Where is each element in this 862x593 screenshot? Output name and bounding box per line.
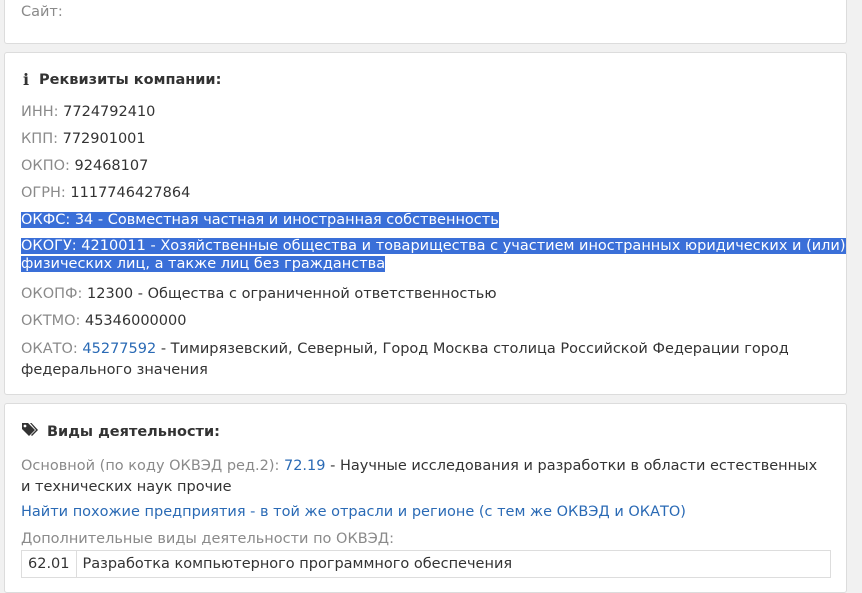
inn-label: ИНН:	[21, 104, 59, 120]
main-activity-code-link[interactable]: 72.19	[284, 458, 326, 474]
activity-code: 62.01	[21, 550, 77, 578]
oktmo-row: ОКТМО: 45346000000	[21, 313, 186, 329]
site-label: Сайт:	[21, 4, 63, 20]
okpo-row: ОКПО: 92468107	[21, 158, 148, 174]
oktmo-label: ОКТМО:	[21, 313, 81, 329]
main-activity-label: Основной (по коду ОКВЭД ред.2):	[21, 458, 280, 474]
okopf-label: ОКОПФ:	[21, 286, 83, 302]
info-icon: i	[22, 70, 30, 89]
inn-value: 7724792410	[63, 104, 156, 120]
okfs-label: ОКФС:	[21, 212, 71, 228]
oktmo-value: 45346000000	[84, 313, 187, 329]
activities-card: Виды деятельности: Основной (по коду ОКВ…	[4, 403, 847, 593]
okogu-value-line1: 4210011 - Хозяйственные общества и товар…	[81, 238, 846, 254]
activities-header: Виды деятельности:	[21, 422, 220, 442]
okopf-row: ОКОПФ: 12300 - Общества с ограниченной о…	[21, 286, 497, 302]
okogu-row: ОКОГУ: 4210011 - Хозяйственные общества …	[21, 238, 846, 272]
okato-link[interactable]: 45277592	[82, 341, 156, 357]
okato-label: ОКАТО:	[21, 341, 78, 357]
okopf-value: 12300 - Общества с ограниченной ответств…	[87, 286, 497, 302]
requisites-header: i Реквизиты компании:	[21, 70, 221, 89]
extra-activities-table: 62.01 Разработка компьютерного программн…	[21, 550, 832, 578]
kpp-row: КПП: 772901001	[21, 131, 146, 147]
okogu-value-line2: физических лиц, а также лиц без гражданс…	[21, 256, 386, 272]
extra-activities-label: Дополнительные виды деятельности по ОКВЭ…	[21, 531, 395, 547]
okpo-value: 92468107	[74, 158, 149, 174]
main-activity: Основной (по коду ОКВЭД ред.2): 72.19 - …	[21, 456, 821, 498]
okato-row: ОКАТО: 45277592 - Тимирязевский, Северны…	[21, 339, 821, 381]
table-row: 62.01 Разработка компьютерного программн…	[21, 550, 832, 578]
okogu-label: ОКОГУ:	[21, 238, 77, 254]
ogrn-value: 1117746427864	[70, 185, 191, 201]
requisites-title: Реквизиты компании:	[39, 71, 222, 88]
ogrn-row: ОГРН: 1117746427864	[21, 185, 190, 201]
kpp-value: 772901001	[62, 131, 146, 147]
requisites-card: i Реквизиты компании: ИНН: 7724792410 КП…	[4, 52, 847, 395]
activity-desc: Разработка компьютерного программного об…	[75, 550, 832, 578]
activities-title: Виды деятельности:	[47, 424, 220, 440]
okfs-value: 34 - Совместная частная и иностранная со…	[74, 212, 499, 228]
tags-icon	[21, 422, 39, 442]
okpo-label: ОКПО:	[21, 158, 70, 174]
okfs-row: ОКФС: 34 - Совместная частная и иностран…	[21, 212, 499, 228]
kpp-label: КПП:	[21, 131, 58, 147]
inn-row: ИНН: 7724792410	[21, 104, 155, 120]
site-card: Сайт:	[4, 0, 847, 44]
similar-companies-link[interactable]: Найти похожие предприятия - в той же отр…	[21, 504, 686, 520]
ogrn-label: ОГРН:	[21, 185, 66, 201]
